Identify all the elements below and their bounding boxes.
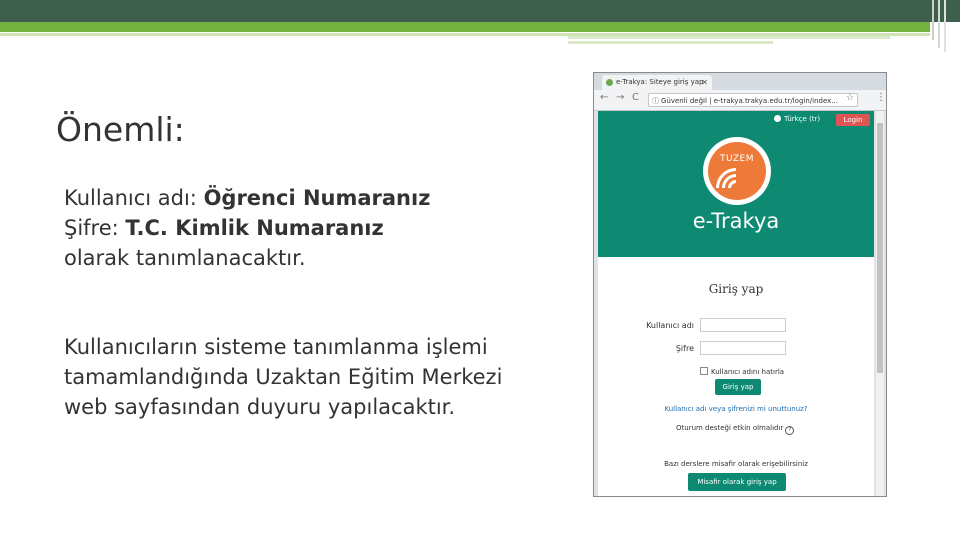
- page-scrollbar[interactable]: [876, 111, 884, 496]
- password-caption: Şifre:: [64, 216, 126, 240]
- remember-checkbox[interactable]: Kullanıcı adını hatırla: [700, 367, 784, 376]
- definition-line: olarak tanımlanacaktır.: [64, 246, 306, 270]
- checkbox-icon: [700, 367, 708, 375]
- address-text: Güvenli değil | e-trakya.trakya.edu.tr/l…: [661, 97, 838, 105]
- username-label: Kullanıcı adı: [646, 321, 694, 330]
- top-green-band: [0, 22, 930, 32]
- logo-text: TUZEM: [719, 154, 755, 164]
- password-input[interactable]: [700, 341, 786, 355]
- guest-login-button[interactable]: Misafir olarak giriş yap: [688, 473, 786, 491]
- cookie-text: Oturum desteği etkin olmalıdır: [676, 424, 784, 432]
- corner-stripe-3: [944, 0, 946, 52]
- username-line: Kullanıcı adı: Öğrenci Numaranız: [64, 183, 430, 213]
- password-value: T.C. Kimlik Numaranız: [125, 216, 384, 240]
- bookmark-star-icon[interactable]: ☆: [846, 93, 854, 103]
- corner-stripe-2: [938, 0, 940, 48]
- announcement-line-1: Kullanıcıların sisteme tanımlanma işlemi: [64, 335, 488, 359]
- login-submit-button[interactable]: Giriş yap: [715, 379, 761, 395]
- browser-toolbar: ← → C ⓘ Güvenli değil | e-trakya.trakya.…: [594, 90, 886, 111]
- site-brand: e-Trakya: [692, 209, 780, 233]
- reload-icon[interactable]: C: [632, 92, 639, 103]
- menu-icon[interactable]: ⋮: [876, 92, 886, 103]
- login-page: Türkçe (tr) Login TUZEM e-Trakya Giriş y…: [598, 111, 874, 496]
- logo-circle: TUZEM: [708, 142, 766, 200]
- back-icon[interactable]: ←: [600, 92, 608, 103]
- top-dark-band: [0, 0, 960, 22]
- browser-tab[interactable]: e-Trakya: Siteye giriş yap ✕: [602, 75, 712, 90]
- header-login-button[interactable]: Login: [836, 114, 870, 126]
- help-icon[interactable]: ?: [785, 426, 795, 435]
- credentials-paragraph: Kullanıcı adı: Öğrenci Numaranız Şifre: …: [64, 183, 430, 273]
- guest-notice: Bazı derslere misafir olarak erişebilirs…: [664, 460, 808, 468]
- tab-title: e-Trakya: Siteye giriş yap: [616, 78, 704, 86]
- tuzem-logo: TUZEM: [703, 137, 771, 205]
- forgot-password-link[interactable]: Kullanıcı adı veya şifrenizi mi unuttunu…: [598, 405, 874, 413]
- scroll-thumb[interactable]: [877, 123, 883, 373]
- forward-icon[interactable]: →: [616, 92, 624, 103]
- slide-title: Önemli:: [56, 110, 185, 149]
- globe-icon: [774, 115, 781, 122]
- announcement-line-2: tamamlandığında Uzaktan Eğitim Merkezi: [64, 365, 503, 389]
- remember-label: Kullanıcı adını hatırla: [711, 368, 785, 376]
- site-header: Türkçe (tr) Login TUZEM e-Trakya: [598, 111, 874, 257]
- username-caption: Kullanıcı adı:: [64, 186, 204, 210]
- language-selector[interactable]: Türkçe (tr): [774, 115, 820, 123]
- form-title: Giriş yap: [708, 282, 764, 296]
- username-input[interactable]: [700, 318, 786, 332]
- info-icon: ⓘ: [652, 97, 659, 105]
- browser-tab-bar: e-Trakya: Siteye giriş yap ✕: [594, 73, 886, 90]
- username-value: Öğrenci Numaranız: [203, 186, 431, 210]
- browser-screenshot: e-Trakya: Siteye giriş yap ✕ ← → C ⓘ Güv…: [593, 72, 887, 497]
- address-bar[interactable]: ⓘ Güvenli değil | e-trakya.trakya.edu.tr…: [648, 93, 858, 107]
- favicon-icon: [606, 79, 613, 86]
- corner-stripe-1: [932, 0, 934, 40]
- language-label: Türkçe (tr): [784, 115, 821, 123]
- password-line: Şifre: T.C. Kimlik Numaranız: [64, 213, 430, 243]
- cookie-notice: Oturum desteği etkin olmalıdır?: [676, 424, 795, 435]
- announcement-line-3: web sayfasından duyuru yapılacaktır.: [64, 395, 456, 419]
- close-icon[interactable]: ✕: [701, 75, 708, 90]
- password-label: Şifre: [675, 344, 694, 353]
- announcement-paragraph: Kullanıcıların sisteme tanımlanma işlemi…: [64, 332, 502, 422]
- top-accent-line-2: [568, 36, 890, 39]
- top-accent-line-3: [568, 41, 773, 44]
